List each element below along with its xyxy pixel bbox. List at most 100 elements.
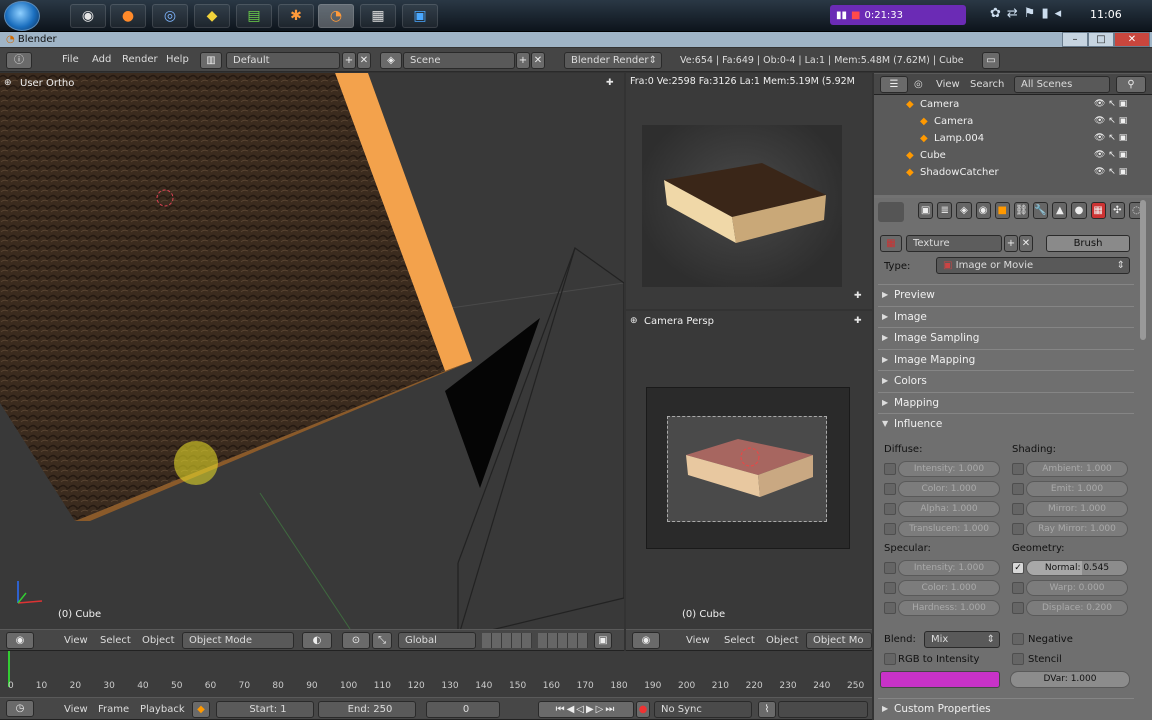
menu-view[interactable]: View [64, 704, 88, 715]
visibility-toggle-icons[interactable]: 👁 ↖ ▣ [1094, 130, 1127, 147]
texture-remove-icon[interactable]: ✕ [1019, 235, 1033, 252]
shading-checkbox[interactable] [1012, 503, 1024, 515]
menu-select[interactable]: Select [724, 635, 755, 646]
tab-material-icon[interactable]: ● [1071, 202, 1087, 219]
lock-camera-icon[interactable]: ▣ [594, 632, 612, 649]
menu-view[interactable]: View [686, 635, 710, 646]
texture-type-selector[interactable]: ▣ Image or Movie ⇕ [936, 257, 1130, 274]
tab-modifiers-icon[interactable]: 🔧 [1033, 202, 1049, 219]
viewport-corner-icon[interactable]: ✚ [854, 316, 862, 326]
visibility-toggle-icons[interactable]: 👁 ↖ ▣ [1094, 147, 1127, 164]
menu-render[interactable]: Render [122, 54, 158, 65]
screen-recorder-widget[interactable]: ▮▮ ■ 0:21:33 [830, 5, 966, 25]
stencil-checkbox[interactable] [1012, 653, 1024, 665]
tab-particles-icon[interactable]: ✣ [1109, 202, 1125, 219]
shading-slider[interactable]: Ambient: 1.000 [1026, 461, 1128, 477]
mode-selector[interactable]: Object Mode [182, 632, 294, 649]
tab-world-icon[interactable]: ◉ [975, 202, 991, 219]
chrome-icon[interactable]: ◉ [70, 4, 106, 28]
fullscreen-icon[interactable]: ▭ [982, 52, 1000, 69]
diffuse-slider[interactable]: Alpha: 1.000 [898, 501, 1000, 517]
geometry-checkbox[interactable] [1012, 602, 1024, 614]
specular-checkbox[interactable] [884, 602, 896, 614]
specular-checkbox[interactable] [884, 562, 896, 574]
blend-selector[interactable]: Mix ⇕ [924, 631, 1000, 648]
browser-icon[interactable]: ◎ [152, 4, 188, 28]
menu-view[interactable]: View [936, 79, 960, 90]
menu-help[interactable]: Help [166, 54, 189, 65]
section-image[interactable]: ▶ Image [878, 305, 1134, 326]
specular-slider[interactable]: Hardness: 1.000 [898, 600, 1000, 616]
specular-slider[interactable]: Color: 1.000 [898, 580, 1000, 596]
layout-icon[interactable]: ▥ [200, 52, 222, 69]
shading-slider[interactable]: Mirror: 1.000 [1026, 501, 1128, 517]
geometry-slider[interactable]: Warp: 0.000 [1026, 580, 1128, 596]
scene-add-icon[interactable]: + [516, 52, 530, 69]
shading-mode-icon[interactable]: ◐ [302, 632, 332, 649]
section-influence[interactable]: ▼ Influence [878, 413, 1134, 433]
geometry-checkbox[interactable] [1012, 582, 1024, 594]
specular-checkbox[interactable] [884, 582, 896, 594]
section-colors[interactable]: ▶ Colors [878, 370, 1134, 390]
menu-search[interactable]: Search [970, 79, 1004, 90]
editor-type-icon[interactable]: ◉ [6, 632, 34, 649]
render-engine-selector[interactable]: Blender Render ⇕ [564, 52, 662, 69]
viewport-corner-icon[interactable]: ✚ [606, 78, 614, 88]
editor-type-icon[interactable]: ☰ [880, 76, 908, 93]
blender-taskbar-icon[interactable]: ◔ [318, 4, 354, 28]
menu-file[interactable]: File [62, 54, 79, 65]
maximize-button[interactable]: □ [1088, 32, 1114, 47]
editor-type-icon[interactable] [878, 202, 904, 222]
outliner-item[interactable]: ◆ ShadowCatcher 👁 ↖ ▣ [874, 164, 1144, 181]
visibility-toggle-icons[interactable]: 👁 ↖ ▣ [1094, 113, 1127, 130]
section-mapping[interactable]: ▶ Mapping [878, 391, 1134, 412]
orientation-selector[interactable]: Global [398, 632, 476, 649]
outliner-item[interactable]: ◆ Camera 👁 ↖ ▣ [874, 96, 1144, 113]
section-image-mapping[interactable]: ▶ Image Mapping [878, 348, 1134, 369]
section-image-sampling[interactable]: ▶ Image Sampling [878, 327, 1134, 347]
manipulator-icon[interactable]: ⤡ [372, 632, 392, 649]
tab-constraints-icon[interactable]: ⛓ [1013, 202, 1030, 219]
end-frame-field[interactable]: End: 250 [318, 701, 416, 718]
menu-select[interactable]: Select [100, 635, 131, 646]
shading-checkbox[interactable] [1012, 463, 1024, 475]
tab-render-icon[interactable]: ▣ [918, 202, 934, 219]
shading-slider[interactable]: Emit: 1.000 [1026, 481, 1128, 497]
diffuse-checkbox[interactable] [884, 523, 896, 535]
geometry-checkbox[interactable]: ✓ [1012, 562, 1024, 574]
close-button[interactable]: ✕ [1114, 32, 1150, 47]
tab-data-icon[interactable]: ▲ [1052, 202, 1068, 219]
editor-type-icon[interactable]: ◷ [6, 700, 34, 717]
geometry-slider[interactable]: Normal: 0.545 [1026, 560, 1128, 576]
tab-layers-icon[interactable]: ≣ [937, 202, 953, 219]
pivot-icon[interactable]: ⊙ [342, 632, 370, 649]
display-mode-selector[interactable]: All Scenes [1014, 76, 1110, 93]
menu-playback[interactable]: Playback [140, 704, 185, 715]
outliner[interactable]: ☰ ◎ View Search All Scenes ⚲ ◆ Camera 👁 ↖ … [874, 73, 1152, 195]
color-swatch[interactable] [880, 671, 1000, 688]
menu-add[interactable]: Add [92, 54, 111, 65]
render-preview-viewport[interactable]: Fra:0 Ve:2598 Fa:3126 La:1 Mem:5.19M (5.… [626, 73, 872, 309]
texture-name-field[interactable]: Texture [906, 235, 1002, 252]
sync-selector[interactable]: No Sync [654, 701, 752, 718]
start-frame-field[interactable]: Start: 1 [216, 701, 314, 718]
keying-set-field[interactable] [778, 701, 868, 718]
diffuse-slider[interactable]: Intensity: 1.000 [898, 461, 1000, 477]
stop-icon[interactable]: ■ [851, 10, 860, 21]
section-preview[interactable]: ▶ Preview [878, 284, 1134, 304]
playback-controls[interactable]: ⏮◀◁▶▷⏭ [538, 701, 634, 718]
visibility-toggle-icons[interactable]: 👁 ↖ ▣ [1094, 96, 1127, 113]
keying-set-icon[interactable]: ⌇ [758, 701, 776, 718]
keyframe-icon[interactable]: ◆ [192, 701, 210, 718]
tab-object-icon[interactable]: ■ [994, 202, 1010, 219]
layer-buttons[interactable] [482, 633, 532, 648]
viewport-corner-icon[interactable]: ✚ [854, 291, 862, 301]
editor-type-icon[interactable]: ◉ [632, 632, 660, 649]
gear-app-icon[interactable]: ✱ [278, 4, 314, 28]
layout-remove-icon[interactable]: ✕ [357, 52, 371, 69]
mode-selector[interactable]: Object Mo [806, 632, 872, 649]
view-properties-icon[interactable]: ⊕ [630, 316, 638, 326]
menu-view[interactable]: View [64, 635, 88, 646]
search-icon[interactable]: ⚲ [1116, 76, 1146, 93]
minimize-button[interactable]: – [1062, 32, 1088, 47]
